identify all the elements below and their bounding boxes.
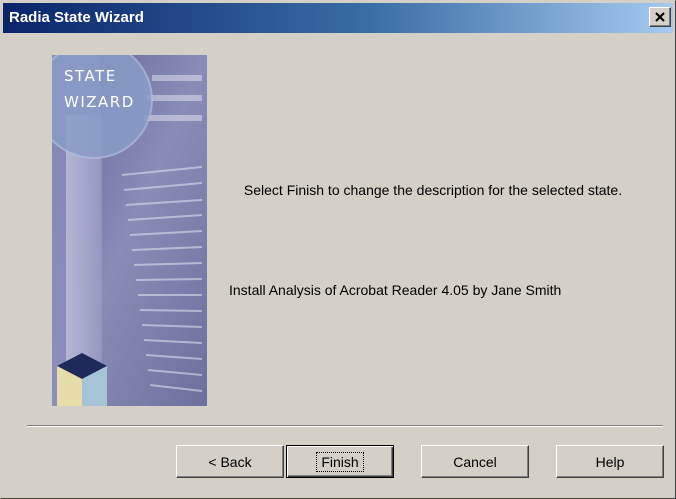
finish-button-label: Finish <box>316 451 364 472</box>
help-button[interactable]: Help <box>556 445 664 478</box>
button-divider <box>27 425 663 427</box>
banner-title-line2: WIZARD <box>64 93 135 111</box>
cancel-button-label: Cancel <box>453 453 497 470</box>
banner-title-line1: STATE <box>64 67 117 85</box>
help-button-label: Help <box>595 453 625 470</box>
wizard-dialog: Radia State Wizard STATE WIZARD Select F… <box>0 0 676 499</box>
close-button[interactable] <box>649 7 671 27</box>
state-description-text: Install Analysis of Acrobat Reader 4.05 … <box>229 282 562 298</box>
finish-button[interactable]: Finish <box>286 445 394 478</box>
window-title: Radia State Wizard <box>9 9 144 26</box>
close-icon <box>655 12 665 22</box>
cancel-button[interactable]: Cancel <box>421 445 529 478</box>
title-bar[interactable]: Radia State Wizard <box>3 3 673 33</box>
wizard-banner-image: STATE WIZARD <box>52 55 207 406</box>
back-button-label: < Back <box>208 453 252 470</box>
back-button[interactable]: < Back <box>176 445 284 478</box>
instruction-text: Select Finish to change the description … <box>243 182 623 198</box>
